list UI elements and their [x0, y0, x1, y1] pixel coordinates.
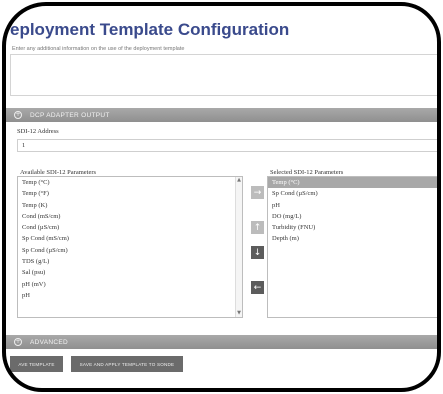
- scroll-down-icon[interactable]: ▼: [236, 310, 242, 317]
- selected-params-list[interactable]: Temp (°C) Sp Cond (µS/cm) pH DO (mg/L) T…: [267, 176, 443, 318]
- list-item[interactable]: Temp (°F): [18, 188, 242, 199]
- list-item[interactable]: Cond (µS/cm): [18, 222, 242, 233]
- arrow-left-icon: ←: [253, 282, 262, 293]
- list-item[interactable]: pH (mV): [18, 279, 242, 290]
- list-item[interactable]: Cond (mS/cm): [18, 211, 242, 222]
- section-dcp-adapter-output[interactable]: + DCP ADAPTER OUTPUT: [4, 108, 443, 122]
- save-template-button[interactable]: AVE TEMPLATE: [10, 356, 63, 372]
- list-item[interactable]: Temp (°C): [268, 177, 443, 189]
- arrow-right-icon: →: [253, 187, 262, 198]
- list-item[interactable]: Sp Cond (mS/cm): [18, 233, 242, 244]
- arrow-down-icon: ↓: [253, 247, 262, 258]
- move-up-button[interactable]: ↑: [251, 221, 264, 234]
- sdi-address-label: SDI-12 Address: [17, 128, 59, 135]
- arrow-up-icon: ↑: [253, 222, 262, 233]
- available-params-list[interactable]: Temp (°C) Temp (°F) Temp (K) Cond (mS/cm…: [17, 176, 243, 318]
- list-item[interactable]: Temp (K): [18, 200, 242, 211]
- available-scrollbar[interactable]: ▲ ▼: [235, 177, 242, 317]
- action-buttons: AVE TEMPLATE SAVE AND APPLY TEMPLATE TO …: [10, 356, 183, 372]
- section-advanced-label: ADVANCED: [30, 338, 69, 346]
- list-item[interactable]: TDS (g/L): [18, 256, 242, 267]
- list-item[interactable]: Depth (m): [268, 233, 443, 244]
- move-right-button[interactable]: →: [251, 186, 264, 199]
- move-down-button[interactable]: ↓: [251, 246, 264, 259]
- page-subtitle: Enter any additional information on the …: [12, 46, 185, 52]
- notes-textarea[interactable]: [10, 54, 443, 96]
- expand-icon: +: [14, 338, 22, 346]
- list-item[interactable]: Sp Cond (µS/cm): [18, 245, 242, 256]
- page-title-text: eployment Template Configuration: [10, 20, 290, 39]
- scroll-up-icon[interactable]: ▲: [236, 177, 242, 184]
- list-item[interactable]: Sal (psu): [18, 267, 242, 278]
- section-dcp-label: DCP ADAPTER OUTPUT: [30, 111, 110, 119]
- sdi-address-input[interactable]: 1: [17, 139, 443, 152]
- list-item[interactable]: pH: [18, 290, 242, 301]
- list-item[interactable]: pH: [268, 200, 443, 211]
- page-title: eployment Template Configuration: [10, 20, 440, 40]
- list-item[interactable]: Temp (°C): [18, 177, 242, 188]
- move-left-button[interactable]: ←: [251, 281, 264, 294]
- available-params-label: Available SDI-12 Parameters: [20, 169, 97, 176]
- selected-params-label: Selected SDI-12 Parameters: [270, 169, 344, 176]
- app-window: eployment Template Configuration Enter a…: [0, 0, 443, 394]
- section-advanced[interactable]: + ADVANCED: [4, 335, 443, 349]
- list-item[interactable]: Turbidity (FNU): [268, 222, 443, 233]
- list-item[interactable]: DO (mg/L): [268, 211, 443, 222]
- expand-icon: +: [14, 111, 22, 119]
- list-item[interactable]: Sp Cond (µS/cm): [268, 188, 443, 199]
- save-apply-template-button[interactable]: SAVE AND APPLY TEMPLATE TO SONDE: [71, 356, 183, 372]
